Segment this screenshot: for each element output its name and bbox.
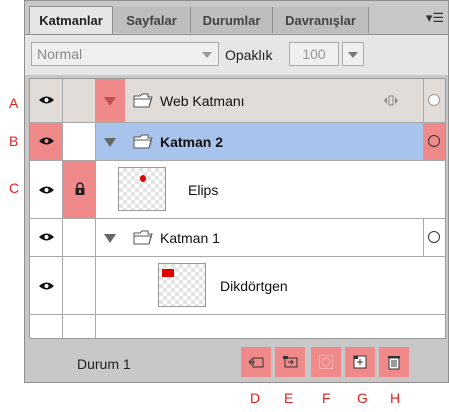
folder-icon	[133, 134, 153, 149]
lock-cell[interactable]	[63, 161, 96, 218]
callout-c: C	[9, 180, 20, 196]
visibility-cell[interactable]	[30, 257, 63, 314]
chevron-down-icon	[348, 52, 358, 58]
target-cell[interactable]	[423, 123, 445, 160]
layer-row-web[interactable]: Web Katmanı	[30, 79, 445, 123]
panel-menu-icon[interactable]: ▾☰	[426, 10, 444, 26]
layer-name[interactable]: Web Katmanı	[160, 93, 245, 109]
new-sublayer-icon	[248, 357, 264, 368]
lock-cell[interactable]	[63, 219, 96, 256]
expand-toggle[interactable]	[96, 79, 125, 122]
eye-icon	[39, 186, 54, 194]
eye-icon	[39, 137, 54, 145]
lock-cell[interactable]	[63, 79, 96, 122]
tab-katmanlar[interactable]: Katmanlar	[29, 6, 113, 34]
expand-triangle-icon	[104, 97, 116, 106]
object-name[interactable]: Elips	[188, 182, 218, 198]
callout-a: A	[9, 95, 19, 111]
folder-icon	[133, 230, 153, 245]
layer-options-bar: Normal Opaklık 100	[25, 34, 448, 75]
eye-icon	[39, 233, 54, 241]
new-bitmap-button[interactable]	[345, 347, 375, 377]
target-circle-icon	[428, 231, 440, 243]
new-layer-icon	[283, 356, 298, 368]
eye-icon	[39, 282, 54, 290]
target-cell[interactable]	[423, 219, 445, 256]
folder-icon	[133, 93, 153, 108]
empty-lock-column	[63, 315, 96, 338]
state-label: Durum 1	[77, 356, 131, 372]
eye-icon	[39, 96, 54, 104]
object-thumbnail	[158, 263, 206, 307]
share-layer-icon	[384, 95, 398, 106]
callout-f: F	[322, 390, 331, 406]
target-cell[interactable]	[423, 79, 445, 122]
visibility-cell[interactable]	[30, 219, 63, 256]
layer-row-katman2[interactable]: Katman 2	[30, 123, 445, 161]
panel-footer: Durum 1	[25, 344, 448, 382]
ellipse-shape	[140, 175, 146, 182]
tab-durumlar[interactable]: Durumlar	[191, 7, 273, 33]
object-row-elips[interactable]: Elips	[30, 161, 445, 219]
trash-icon	[388, 356, 400, 370]
expand-triangle-icon[interactable]	[104, 234, 116, 243]
target-circle-icon	[428, 135, 440, 147]
visibility-cell[interactable]	[30, 79, 63, 122]
tab-sayfalar[interactable]: Sayfalar	[113, 7, 191, 33]
expand-triangle-icon[interactable]	[104, 138, 116, 147]
visibility-cell[interactable]	[30, 123, 63, 160]
layers-list: Web Katmanı Katman 2 Elips Katman 1 Dikd…	[29, 78, 446, 339]
blend-mode-select[interactable]: Normal	[31, 42, 219, 66]
new-bitmap-icon	[353, 355, 367, 369]
object-name[interactable]: Dikdörtgen	[220, 278, 288, 294]
new-sublayer-button[interactable]	[241, 347, 271, 377]
opacity-dropdown-button[interactable]	[342, 42, 364, 66]
callout-h: H	[390, 390, 401, 406]
tab-davranislar[interactable]: Davranışlar	[273, 7, 369, 33]
layer-name[interactable]: Katman 2	[160, 134, 223, 150]
target-circle-icon	[428, 94, 440, 106]
new-layer-button[interactable]	[275, 347, 305, 377]
empty-eye-column	[30, 315, 63, 338]
callout-d: D	[250, 390, 261, 406]
visibility-cell[interactable]	[30, 161, 63, 218]
chevron-down-icon	[202, 52, 212, 58]
delete-button[interactable]	[379, 347, 409, 377]
callout-g: G	[357, 390, 368, 406]
add-mask-button[interactable]	[311, 347, 341, 377]
object-row-dikdortgen[interactable]: Dikdörtgen	[30, 257, 445, 315]
rectangle-shape	[162, 269, 174, 277]
opacity-label: Opaklık	[225, 47, 273, 63]
add-mask-icon	[319, 355, 333, 369]
blend-mode-value: Normal	[37, 46, 83, 62]
layers-panel: Katmanlar Sayfalar Durumlar Davranışlar …	[24, 0, 449, 383]
opacity-field[interactable]: 100	[289, 42, 339, 66]
layer-row-katman1[interactable]: Katman 1	[30, 219, 445, 257]
lock-icon	[75, 182, 85, 195]
lock-cell[interactable]	[63, 257, 96, 314]
callout-b: B	[9, 133, 19, 149]
layer-name[interactable]: Katman 1	[160, 230, 220, 246]
object-thumbnail	[118, 167, 166, 211]
callout-e: E	[284, 390, 294, 406]
lock-cell[interactable]	[63, 123, 96, 160]
